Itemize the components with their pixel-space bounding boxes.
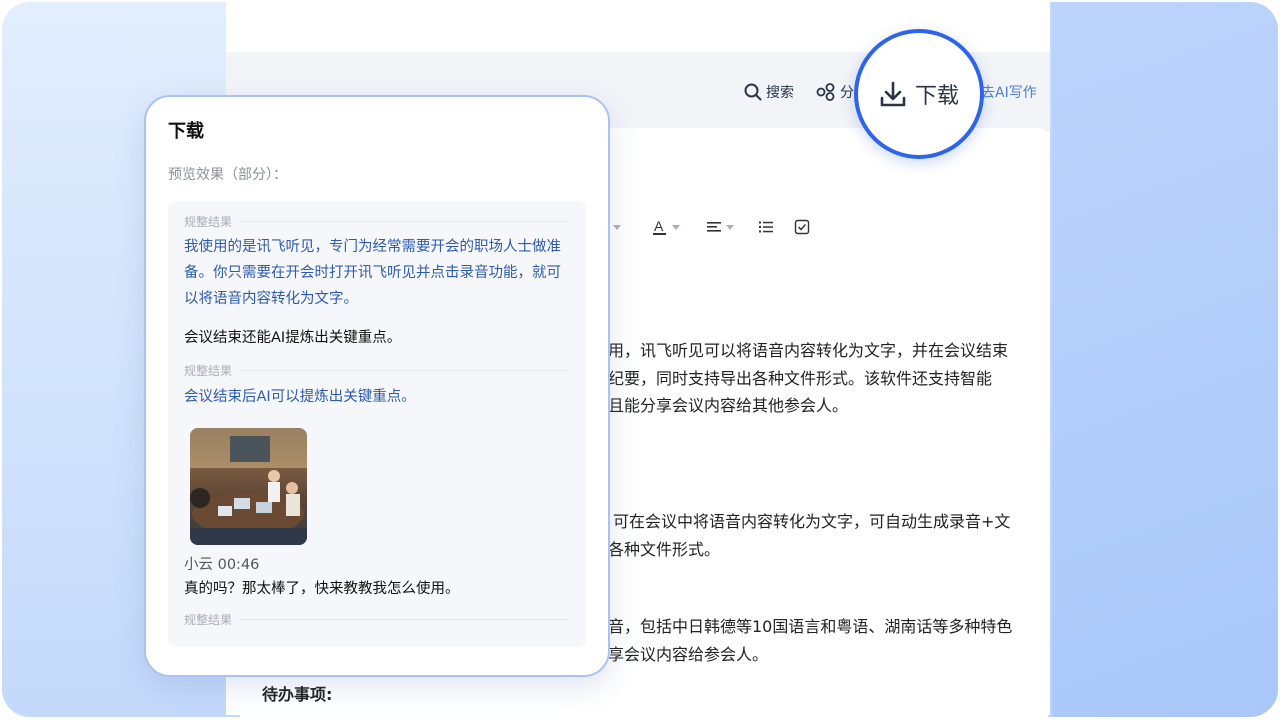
doc-line: 分享会议内容给参会人。: [592, 644, 769, 664]
doc-line: 录音，包括中日韩德等10国语言和粤语、湖南话等多种特色: [592, 617, 1013, 636]
result-label: 规整结果: [184, 611, 569, 628]
preview-subtitle: 预览效果（部分）：: [168, 167, 287, 183]
doc-line: 应用，讯飞听见可以将语音内容转化为文字，并在会议结束: [592, 341, 1009, 360]
font-color-button[interactable]: A: [652, 217, 680, 237]
share-icon: [816, 83, 835, 101]
search-button[interactable]: 搜索: [744, 82, 794, 102]
search-label: 搜索: [766, 85, 794, 101]
bullet-list-icon: [759, 221, 773, 233]
doc-line: 可在会议中将语音内容转化为文字，可自动生成录音+文: [613, 512, 1011, 531]
chevron-down-icon: [613, 224, 621, 230]
download-dialog: 下载 预览效果（部分）： 规整结果 我使用的是讯飞听见，专门为经常需要开会的职场…: [144, 95, 610, 677]
doc-line: 并且能分享会议内容给其他参会人。: [592, 396, 849, 415]
result-text: 我使用的是讯飞听见，专门为经常需要开会的职场人士做准备。你只需要在开会时打开讯飞…: [184, 239, 561, 307]
meeting-photo: [190, 428, 307, 545]
font-dropdown-caret[interactable]: [609, 217, 621, 237]
result-label: 规整结果: [184, 213, 569, 230]
doc-line: 出各种文件形式。: [592, 539, 721, 559]
chevron-down-icon: [726, 224, 734, 230]
speaker-timestamp: 小云 00:46: [184, 557, 260, 573]
preview-panel[interactable]: 规整结果 我使用的是讯飞听见，专门为经常需要开会的职场人士做准备。你只需要在开会…: [168, 201, 586, 647]
align-left-icon: [707, 222, 721, 232]
svg-text:A: A: [654, 218, 664, 234]
chevron-down-icon: [672, 224, 680, 230]
raw-text: 真的吗？那太棒了，快来教教我怎么使用。: [184, 581, 460, 597]
bullet-list-button[interactable]: [758, 217, 774, 237]
download-button[interactable]: 下载: [854, 29, 984, 159]
ai-write-label: 去AI写作: [981, 85, 1037, 101]
result-label: 规整结果: [184, 362, 569, 379]
meeting-photo-image: [190, 428, 307, 545]
raw-text: 会议结束还能AI提炼出关键重点。: [184, 330, 402, 346]
download-icon: [880, 81, 906, 107]
download-label: 下载: [914, 84, 959, 109]
share-label: 分: [840, 85, 854, 101]
result-text: 会议结束后AI可以提炼出关键重点。: [184, 389, 416, 405]
checklist-button[interactable]: [794, 217, 810, 237]
search-icon: [744, 83, 762, 101]
todo-heading: 待办事项:: [262, 685, 333, 704]
ai-write-link[interactable]: 去AI写作: [981, 82, 1037, 102]
dialog-title: 下载: [168, 121, 204, 142]
font-color-icon: A: [653, 218, 666, 235]
doc-line: 议纪要，同时支持导出各种文件形式。该软件还支持智能: [592, 368, 993, 388]
align-button[interactable]: [706, 217, 734, 237]
checkbox-icon: [794, 219, 810, 235]
share-button[interactable]: 分: [816, 82, 854, 102]
background-right: [1052, 2, 1278, 717]
